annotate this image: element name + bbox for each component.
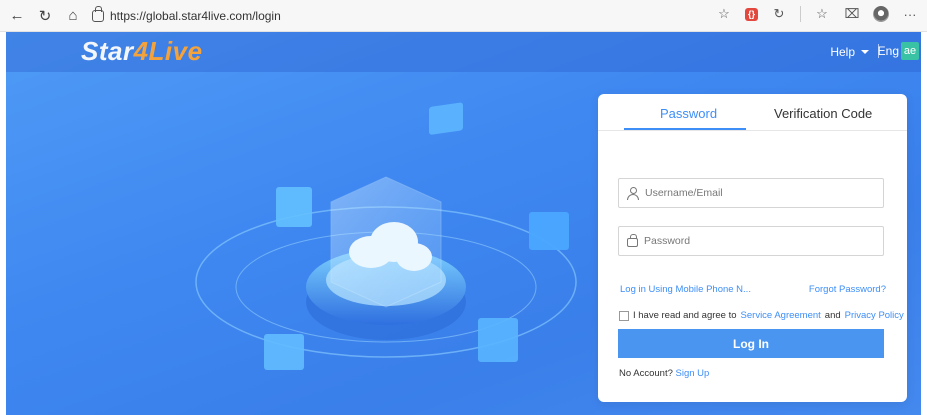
logo-prefix: Star [81, 36, 134, 66]
login-tabs: Password Verification Code [598, 94, 907, 130]
help-label: Help [830, 45, 855, 59]
no-account-text: No Account? [619, 368, 673, 379]
screenshot-icon[interactable]: ⌧ [843, 5, 861, 23]
url-text[interactable]: https://global.star4live.com/login [110, 9, 281, 23]
agree-text: I have read and agree to [633, 310, 737, 321]
browser-actions: ☆ {} ↻ ☆ ⌧ ··· [715, 5, 919, 23]
refresh-icon[interactable]: ↻ [34, 5, 56, 27]
username-input[interactable] [645, 187, 865, 199]
lock-icon[interactable] [92, 5, 104, 22]
language-selector[interactable]: Eng [878, 44, 899, 58]
user-icon [627, 187, 639, 200]
site-header: Star4Live Help Eng ae [6, 32, 921, 72]
privacy-policy-link[interactable]: Privacy Policy [845, 310, 904, 321]
site-logo[interactable]: Star4Live [81, 36, 203, 67]
language-badge[interactable]: ae [901, 42, 919, 60]
nav-buttons: ← ↻ ⌂ [6, 5, 84, 27]
tab-verification-code[interactable]: Verification Code [774, 106, 872, 121]
back-icon[interactable]: ← [6, 5, 28, 27]
signup-row: No Account? Sign Up [619, 368, 709, 379]
service-agreement-link[interactable]: Service Agreement [741, 310, 821, 321]
favorites-icon[interactable]: ☆ [813, 5, 831, 23]
address-bar[interactable]: https://global.star4live.com/login [92, 5, 281, 27]
extension-icon[interactable]: {} [745, 7, 758, 21]
login-page: Star4Live Help Eng ae Password Verificat… [6, 32, 921, 415]
agree-checkbox[interactable] [619, 310, 629, 321]
collections-icon[interactable]: ↻ [770, 5, 788, 23]
tab-divider [598, 130, 907, 131]
password-input[interactable] [644, 235, 864, 247]
sign-up-link[interactable]: Sign Up [676, 368, 710, 379]
star-icon[interactable]: ☆ [715, 5, 733, 23]
cloud-illustration [195, 102, 577, 370]
browser-toolbar: ← ↻ ⌂ https://global.star4live.com/login… [0, 0, 927, 32]
chevron-down-icon [861, 50, 869, 54]
agreement-row: I have read and agree to Service Agreeme… [619, 310, 904, 321]
username-field[interactable] [618, 178, 884, 208]
and-text: and [824, 310, 841, 321]
logo-accent: 4Live [133, 36, 203, 66]
home-icon[interactable]: ⌂ [62, 5, 84, 27]
more-icon[interactable]: ··· [901, 5, 919, 23]
password-icon [627, 234, 638, 247]
forgot-password-link[interactable]: Forgot Password? [809, 284, 886, 295]
password-field[interactable] [618, 226, 884, 256]
login-button[interactable]: Log In [618, 329, 884, 358]
help-menu[interactable]: Help [830, 45, 869, 59]
profile-icon[interactable] [873, 6, 889, 22]
mobile-login-link[interactable]: Log in Using Mobile Phone N... [620, 284, 751, 295]
toolbar-divider [800, 6, 801, 22]
login-card: Password Verification Code Log in Using … [598, 94, 907, 402]
tab-password[interactable]: Password [660, 106, 717, 121]
